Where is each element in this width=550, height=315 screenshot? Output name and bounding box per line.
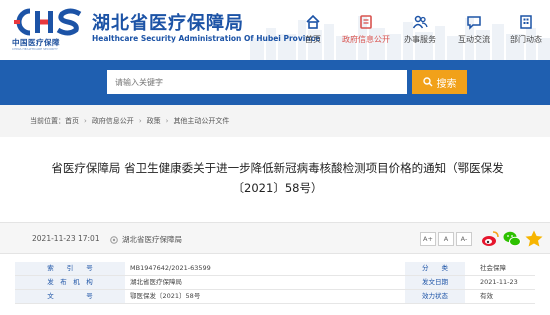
font-decrease-button[interactable]: A-	[456, 232, 472, 246]
nav-government-info[interactable]: 政府信息公开	[340, 14, 392, 48]
page: 中国医疗保障 CHINA HEALTHCARE SECURITY 湖北省医疗保障…	[0, 0, 550, 315]
search-icon	[422, 77, 432, 87]
nav-services[interactable]: 办事服务	[394, 14, 446, 48]
nav-department-news-label: 部门动态	[510, 35, 542, 44]
breadcrumb-separator: ›	[138, 117, 142, 125]
breadcrumb-item-government-info[interactable]: 政府信息公开	[92, 116, 134, 126]
info-key: 索 引 号	[15, 262, 125, 275]
breadcrumb: 当前位置： 首页 › 政府信息公开 › 政策 › 其他主动公开文件	[30, 116, 229, 126]
font-increase-button[interactable]: A+	[420, 232, 436, 246]
source-icon	[110, 235, 118, 244]
breadcrumb-prefix: 当前位置：	[30, 117, 65, 125]
nav-services-label: 办事服务	[404, 35, 436, 44]
info-value: MB1947642/2021-63599	[130, 264, 211, 272]
article-source-label: 湖北省医疗保障局	[122, 235, 182, 244]
breadcrumb-item-policy[interactable]: 政策	[147, 116, 161, 126]
breadcrumb-bar: 当前位置： 首页 › 政府信息公开 › 政策 › 其他主动公开文件	[0, 105, 550, 137]
weibo-icon[interactable]	[480, 229, 500, 249]
home-icon	[306, 14, 320, 29]
nav-department-news[interactable]: 部门动态	[500, 14, 550, 48]
wechat-icon[interactable]	[502, 229, 522, 249]
info-value: 有效	[480, 292, 493, 300]
search-button[interactable]: 搜索	[412, 70, 467, 94]
site-title: 湖北省医疗保障局	[92, 13, 244, 34]
chs-logo[interactable]: 中国医疗保障 CHINA HEALTHCARE SECURITY	[10, 8, 88, 52]
qq-zone-icon[interactable]	[524, 229, 544, 249]
search-button-label: 搜索	[436, 78, 457, 90]
building-icon	[520, 15, 532, 29]
people-icon	[412, 15, 428, 29]
breadcrumb-item-home[interactable]: 首页	[65, 116, 79, 126]
info-value: 社会保障	[480, 264, 506, 272]
publish-date: 2021-11-23 17:01	[32, 234, 100, 243]
document-info-table: 索 引 号 MB1947642/2021-63599 分 类 社会保障 发 布 …	[15, 262, 535, 304]
info-value: 湖北省医疗保障局	[130, 278, 182, 286]
info-key: 发 布 机 构	[15, 276, 125, 289]
document-icon	[360, 15, 372, 29]
breadcrumb-separator: ›	[84, 117, 87, 125]
site-subtitle: Healthcare Security Administration Of Hu…	[92, 34, 321, 43]
table-row: 索 引 号 MB1947642/2021-63599 分 类 社会保障	[15, 262, 535, 276]
article-meta-bar: 2021-11-23 17:01 湖北省医疗保障局 A+ A A-	[0, 222, 550, 254]
nav-interaction-label: 互动交流	[458, 35, 490, 44]
search-input[interactable]	[107, 70, 407, 94]
site-header: 中国医疗保障 CHINA HEALTHCARE SECURITY 湖北省医疗保障…	[0, 0, 550, 60]
article-source: 湖北省医疗保障局	[110, 234, 182, 245]
nav-home[interactable]: 首页	[287, 14, 339, 48]
font-default-button[interactable]: A	[438, 232, 454, 246]
info-key: 效力状态	[405, 290, 465, 303]
info-key: 发文日期	[405, 276, 465, 289]
chs-logo-mark	[14, 8, 82, 36]
nav-government-info-label: 政府信息公开	[342, 35, 390, 44]
breadcrumb-separator: ›	[165, 117, 169, 125]
table-row: 发 布 机 构 湖北省医疗保障局 发文日期 2021-11-23	[15, 276, 535, 290]
table-row: 文 号 鄂医保发〔2021〕58号 效力状态 有效	[15, 290, 535, 304]
info-value: 鄂医保发〔2021〕58号	[130, 292, 201, 300]
nav-home-label: 首页	[305, 35, 321, 44]
article-title: 省医疗保障局 省卫生健康委关于进一步降低新冠病毒核酸检测项目价格的通知（鄂医保发…	[51, 161, 504, 195]
nav-interaction[interactable]: 互动交流	[448, 14, 500, 48]
info-key: 文 号	[15, 290, 125, 303]
info-value: 2021-11-23	[480, 278, 518, 286]
info-key: 分 类	[405, 262, 465, 275]
breadcrumb-item-other-files[interactable]: 其他主动公开文件	[173, 116, 229, 126]
search-band: 搜索	[0, 60, 550, 105]
logo-english: CHINA HEALTHCARE SECURITY	[12, 47, 58, 51]
chat-icon	[467, 16, 481, 30]
